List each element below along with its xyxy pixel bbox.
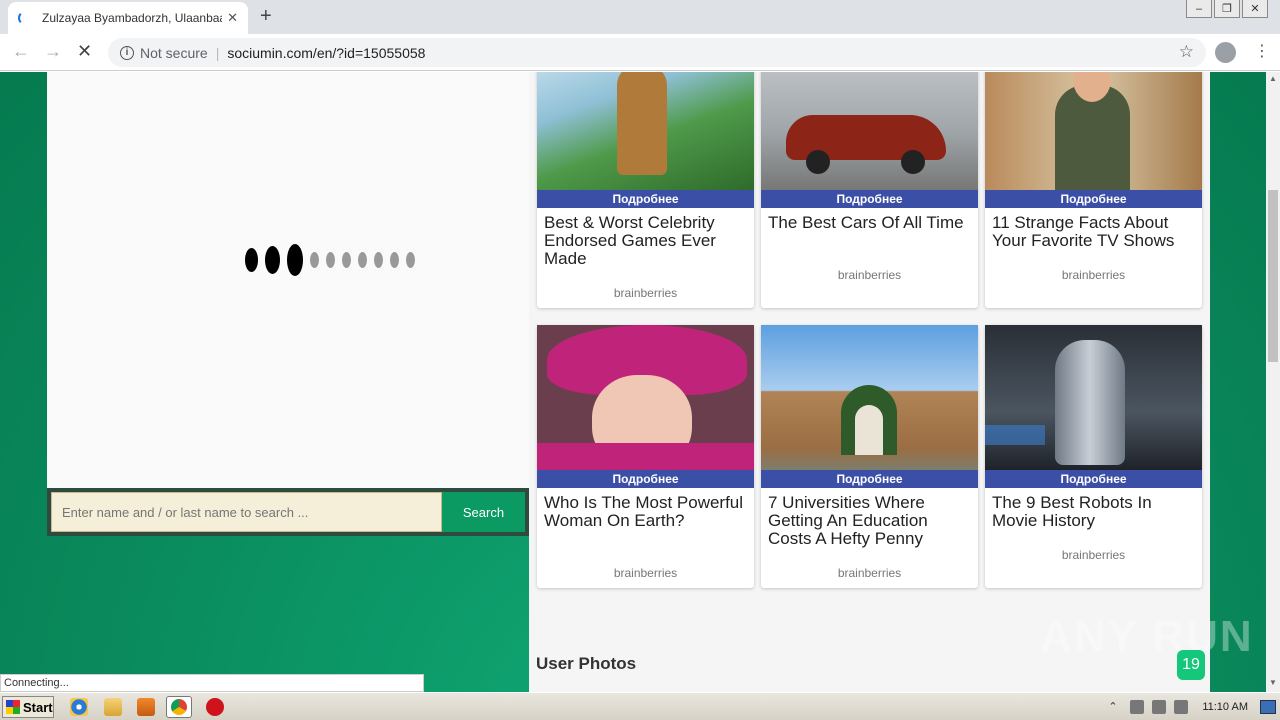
- tray-expand-icon[interactable]: ⌃: [1108, 700, 1122, 714]
- more-band: Подробнее: [985, 470, 1202, 488]
- article-source: brainberries: [1061, 268, 1126, 282]
- back-icon[interactable]: ←: [12, 41, 30, 62]
- scroll-up-icon[interactable]: ▲: [1269, 74, 1277, 83]
- chrome-icon: [171, 699, 187, 715]
- scroll-down-icon[interactable]: ▼: [1269, 678, 1277, 687]
- media-player-icon[interactable]: [137, 698, 155, 716]
- user-photos-heading: User Photos: [536, 654, 637, 673]
- action-center-flag-icon[interactable]: [1174, 700, 1189, 714]
- new-tab-icon[interactable]: +: [260, 5, 272, 28]
- article-card[interactable]: Подробнее The Best Cars Of All Time brai…: [761, 72, 978, 308]
- volume-icon[interactable]: [1130, 700, 1145, 714]
- article-card[interactable]: Подробнее Best & Worst Celebrity Endorse…: [537, 72, 754, 308]
- anyrun-watermark: ANY RUN: [1040, 612, 1254, 661]
- more-band: Подробнее: [537, 470, 754, 488]
- start-button[interactable]: Start: [2, 696, 54, 718]
- search-button[interactable]: Search: [442, 492, 525, 532]
- article-card[interactable]: Подробнее 7 Universities Where Getting A…: [761, 325, 978, 588]
- forward-icon[interactable]: →: [44, 41, 62, 62]
- article-title[interactable]: The 9 Best Robots In Movie History: [985, 488, 1202, 548]
- system-tray: ⌃ 11:10 AM: [1108, 695, 1280, 719]
- article-source: brainberries: [1061, 548, 1126, 562]
- address-bar[interactable]: i Not secure | sociumin.com/en/?id=15055…: [108, 38, 1206, 67]
- search-bar: Search: [47, 488, 529, 536]
- browser-menu-icon[interactable]: ⋮: [1254, 41, 1270, 61]
- page-viewport: Search Подробнее Best & Worst Celebrity …: [0, 72, 1266, 692]
- page-scrollbar[interactable]: ▲ ▼: [1266, 72, 1280, 692]
- alert-app-icon[interactable]: [206, 698, 224, 716]
- article-card[interactable]: Подробнее Who Is The Most Powerful Woman…: [537, 325, 754, 588]
- article-image: [761, 72, 978, 190]
- close-window-icon[interactable]: ✕: [1242, 0, 1268, 18]
- more-band: Подробнее: [985, 190, 1202, 208]
- file-explorer-icon[interactable]: [104, 698, 122, 716]
- article-source: brainberries: [837, 566, 902, 580]
- article-image: [537, 72, 754, 190]
- notification-badge[interactable]: 19: [1177, 650, 1205, 680]
- browser-tab[interactable]: Zulzayaa Byambadorzh, Ulaanbaatar ✕: [8, 2, 248, 34]
- recommendations-panel: Подробнее Best & Worst Celebrity Endorse…: [529, 72, 1210, 692]
- minimize-icon[interactable]: –: [1186, 0, 1212, 18]
- start-label: Start: [23, 699, 53, 715]
- article-source: brainberries: [837, 268, 902, 282]
- chrome-taskbar-button[interactable]: [166, 696, 192, 718]
- article-image: [761, 325, 978, 470]
- info-icon[interactable]: i: [120, 45, 134, 60]
- internet-explorer-icon[interactable]: [70, 698, 88, 716]
- restore-icon[interactable]: ❐: [1214, 0, 1240, 18]
- scrollbar-thumb[interactable]: [1268, 190, 1278, 362]
- article-image: [985, 72, 1202, 190]
- article-title[interactable]: 7 Universities Where Getting An Educatio…: [761, 488, 978, 566]
- tab-strip: Zulzayaa Byambadorzh, Ulaanbaatar ✕ + – …: [0, 0, 1280, 34]
- tab-close-icon[interactable]: ✕: [227, 10, 238, 26]
- windows-flag-icon: [6, 700, 20, 714]
- omnibox-separator: |: [215, 44, 220, 61]
- article-card[interactable]: Подробнее The 9 Best Robots In Movie His…: [985, 325, 1202, 588]
- article-title[interactable]: Who Is The Most Powerful Woman On Earth?: [537, 488, 754, 566]
- article-card[interactable]: Подробнее 11 Strange Facts About Your Fa…: [985, 72, 1202, 308]
- browser-toolbar: ← → ✕ i Not secure | sociumin.com/en/?id…: [0, 34, 1280, 71]
- bookmark-star-icon[interactable]: ☆: [1179, 42, 1194, 62]
- article-source: brainberries: [613, 286, 678, 300]
- loading-dots-icon: [245, 244, 422, 276]
- profile-avatar-icon[interactable]: [1215, 42, 1236, 63]
- loading-spinner-icon: [18, 11, 32, 25]
- more-band: Подробнее: [761, 470, 978, 488]
- show-desktop-icon[interactable]: [1260, 700, 1276, 714]
- url-text[interactable]: sociumin.com/en/?id=15055058: [227, 45, 425, 61]
- stop-icon[interactable]: ✕: [77, 41, 92, 62]
- article-image: [537, 325, 754, 470]
- clock-text[interactable]: 11:10 AM: [1202, 701, 1248, 713]
- windows-taskbar: Start ⌃ 11:10 AM: [0, 692, 1280, 720]
- window-controls: – ❐ ✕: [1184, 0, 1268, 18]
- more-band: Подробнее: [761, 190, 978, 208]
- network-icon[interactable]: [1152, 700, 1167, 714]
- article-image: [985, 325, 1202, 470]
- status-bubble: Connecting...: [0, 674, 424, 692]
- not-secure-label: Not secure: [140, 44, 208, 61]
- loading-panel: [47, 72, 529, 488]
- search-input[interactable]: [51, 492, 442, 532]
- article-title[interactable]: 11 Strange Facts About Your Favorite TV …: [985, 208, 1202, 268]
- article-source: brainberries: [613, 566, 678, 580]
- tab-title: Zulzayaa Byambadorzh, Ulaanbaatar: [42, 11, 222, 25]
- more-band: Подробнее: [537, 190, 754, 208]
- article-title[interactable]: Best & Worst Celebrity Endorsed Games Ev…: [537, 208, 754, 286]
- article-title[interactable]: The Best Cars Of All Time: [761, 208, 978, 268]
